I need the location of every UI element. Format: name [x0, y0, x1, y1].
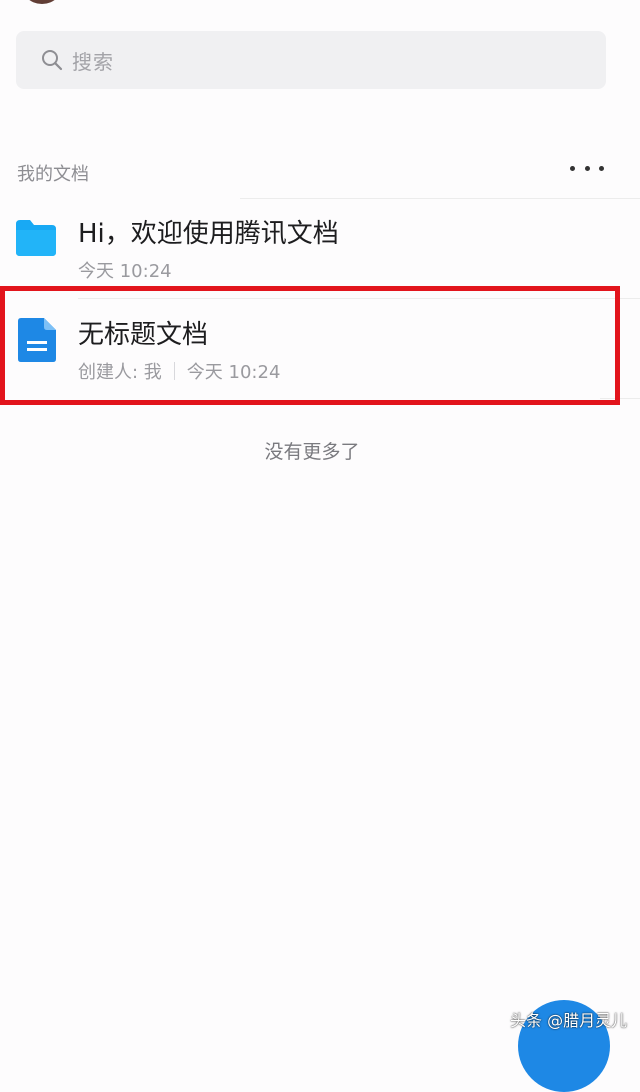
list-item-welcome-doc[interactable]: Hi，欢迎使用腾讯文档 今天 10:24 — [0, 199, 640, 299]
search-input[interactable]: 搜索 — [16, 31, 606, 89]
more-horizontal-icon[interactable] — [570, 158, 604, 178]
search-icon — [42, 50, 63, 71]
document-time: 今天 10:24 — [78, 261, 172, 282]
highlight-box — [0, 286, 620, 405]
document-meta: 今天 10:24 — [78, 257, 172, 283]
section-title: 我的文档 — [17, 164, 89, 185]
list-end-text: 没有更多了 — [264, 441, 360, 463]
folder-icon — [16, 220, 56, 256]
avatar[interactable] — [20, 0, 64, 4]
search-placeholder: 搜索 — [72, 49, 114, 74]
document-title: Hi，欢迎使用腾讯文档 — [78, 219, 339, 249]
watermark: 头条 @腊月灵儿 — [510, 1011, 628, 1030]
